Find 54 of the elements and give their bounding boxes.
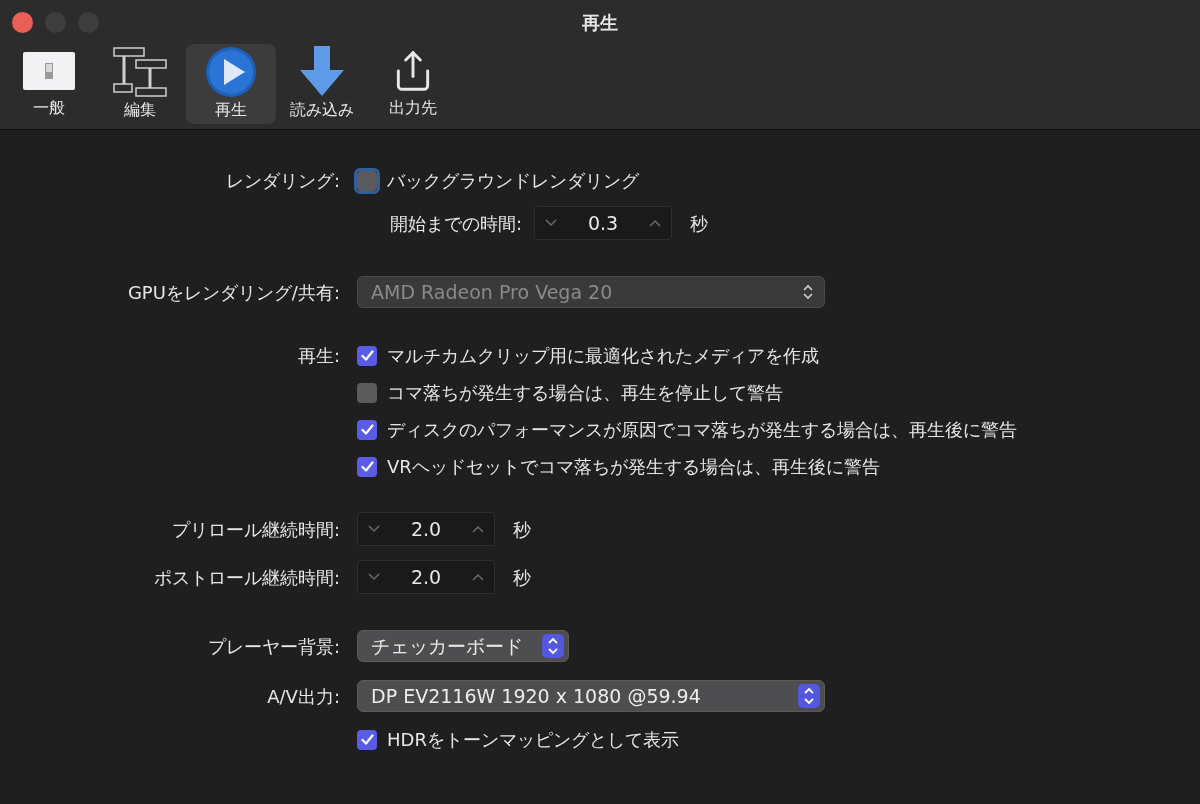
window-title: 再生	[582, 10, 618, 35]
checkmark-icon	[360, 350, 374, 361]
stepper-field[interactable]: 0.3	[534, 206, 673, 240]
popup-button[interactable]: DP EV2116W 1920 x 1080 @59.94	[357, 680, 825, 712]
setting-label: GPUをレンダリング/共有:	[127, 280, 340, 305]
unit-label: 秒	[690, 211, 709, 236]
film-strip-icon	[112, 46, 168, 98]
unit-label: 秒	[513, 517, 531, 542]
close-button[interactable]	[12, 12, 33, 33]
chevron-down-icon	[545, 219, 558, 227]
stepper-value: 0.3	[587, 210, 619, 236]
unit-label: 秒	[513, 565, 531, 590]
light-switch-icon	[23, 52, 75, 90]
updown-chevron-icon	[542, 634, 564, 658]
chevron-up-icon	[472, 525, 484, 533]
toolbar-tab[interactable]: 読み込み	[277, 44, 367, 124]
checkbox-label: VRヘッドセットでコマ落ちが発生する場合は、再生後に警告	[387, 455, 880, 479]
toolbar-tab[interactable]: 出力先	[368, 44, 458, 124]
toolbar-tab[interactable]: 一般	[4, 44, 94, 124]
setting-label: 再生:	[297, 344, 340, 368]
stepper-value: 2.0	[410, 564, 442, 590]
checkbox[interactable]	[357, 456, 377, 477]
checkbox[interactable]	[357, 382, 377, 403]
setting-label: プリロール継続時間:	[171, 517, 340, 542]
checkmark-icon	[360, 424, 374, 435]
chevron-up-icon	[649, 219, 662, 227]
chevron-down-icon	[368, 525, 380, 533]
checkmark-icon	[360, 461, 374, 472]
stepper-field[interactable]: 2.0	[357, 560, 495, 594]
setting-label: プレーヤー背景:	[207, 634, 340, 659]
chevron-down-icon	[368, 573, 380, 581]
down-arrow-icon	[298, 46, 346, 98]
checkbox-label: HDRをトーンマッピングとして表示	[387, 728, 679, 752]
play-icon	[205, 46, 257, 98]
toolbar-tab[interactable]: 編集	[95, 44, 185, 124]
checkbox[interactable]	[357, 345, 377, 366]
checkmark-icon	[360, 734, 374, 745]
checkbox-label: マルチカムクリップ用に最適化されたメディアを作成	[387, 344, 819, 368]
toolbar-tab[interactable]: 再生	[186, 44, 276, 124]
checkbox-label: ディスクのパフォーマンスが原因でコマ落ちが発生する場合は、再生後に警告	[387, 418, 1017, 442]
checkbox[interactable]	[357, 419, 377, 440]
checkbox[interactable]	[357, 729, 377, 750]
updown-chevron-icon	[798, 684, 820, 708]
setting-label: A/V出力:	[267, 684, 340, 709]
stepper-value: 2.0	[410, 516, 442, 542]
checkbox-label: コマ落ちが発生する場合は、再生を停止して警告	[387, 381, 783, 405]
chevron-up-icon	[472, 573, 484, 581]
setting-label: ポストロール継続時間:	[153, 565, 340, 590]
setting-label: レンダリング:	[225, 169, 340, 193]
checkbox-label: バックグラウンドレンダリング	[387, 169, 639, 193]
updown-chevron-icon	[802, 284, 814, 300]
stepper-field[interactable]: 2.0	[357, 512, 495, 546]
popup-button[interactable]: チェッカーボード	[357, 630, 569, 662]
field-label: 開始までの時間:	[390, 211, 523, 236]
